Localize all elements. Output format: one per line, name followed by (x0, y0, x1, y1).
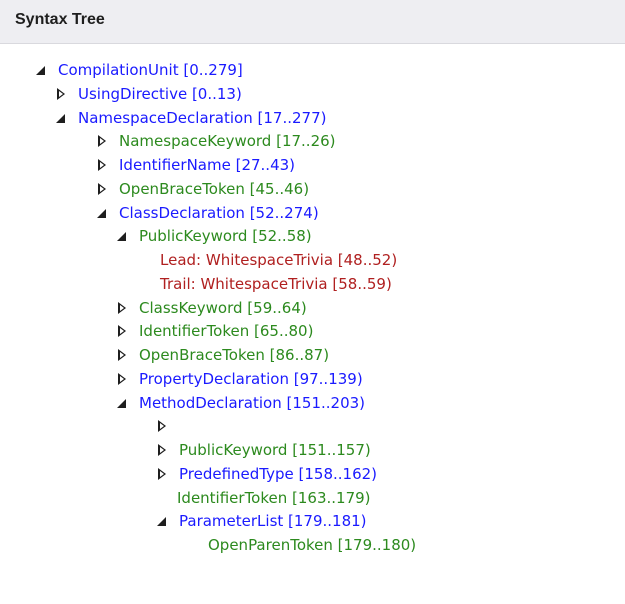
tree-node[interactable]: Trail: WhitespaceTrivia [58..59) (160, 272, 392, 296)
tree-node-label: IdentifierName [27..43) (119, 156, 296, 174)
expand-toggle-icon[interactable] (95, 201, 111, 225)
tree-node[interactable]: ClassDeclaration [52..274) (95, 201, 319, 225)
tree-node-label: OpenBraceToken [45..46) (119, 179, 310, 198)
tree-node-label: OpenBraceToken [86..87) (139, 346, 330, 364)
collapse-toggle-icon[interactable] (115, 319, 131, 343)
tree-node[interactable]: IdentifierToken [163..179) (177, 486, 371, 510)
tree-node[interactable]: ClassKeyword [59..64) (115, 296, 307, 320)
tree-node-label: Lead: WhitespaceTrivia [48..52) (160, 251, 398, 269)
collapse-toggle-icon[interactable] (115, 343, 131, 367)
panel-title: Syntax Tree (15, 11, 105, 28)
tree-node-label: NamespaceKeyword [17..26) (119, 132, 336, 151)
tree-node[interactable]: PublicKeyword [52..58) (115, 224, 312, 248)
expand-toggle-icon[interactable] (115, 224, 131, 248)
collapse-toggle-icon[interactable] (155, 414, 171, 438)
panel-header: Syntax Tree (0, 0, 625, 44)
tree-node[interactable]: Lead: WhitespaceTrivia [48..52) (160, 248, 397, 272)
tree-node-label: MethodDeclaration [151..203) (139, 393, 366, 412)
expand-toggle-icon[interactable] (155, 509, 171, 533)
collapse-toggle-icon[interactable] (95, 129, 111, 153)
collapse-toggle-icon[interactable] (95, 177, 111, 201)
collapse-toggle-icon[interactable] (54, 82, 70, 106)
tree-node-label: UsingDirective [0..13) (78, 84, 242, 103)
tree-node-label: CompilationUnit [0..279] (58, 61, 243, 79)
collapse-toggle-icon[interactable] (95, 153, 111, 177)
tree-node-label: ClassDeclaration [52..274) (119, 203, 319, 222)
tree-node-label: PublicKeyword [151..157) (179, 441, 371, 459)
tree-node[interactable]: UsingDirective [0..13) (54, 82, 242, 106)
tree-node[interactable]: PredefinedType [158..162) (155, 462, 377, 486)
tree-node[interactable] (155, 414, 179, 438)
tree-node[interactable]: OpenParenToken [179..180) (208, 533, 416, 557)
tree-node[interactable]: OpenBraceToken [45..46) (95, 177, 309, 201)
syntax-tree: CompilationUnit [0..279] UsingDirective [… (0, 44, 625, 604)
collapse-toggle-icon[interactable] (115, 296, 131, 320)
tree-node[interactable]: PropertyDeclaration [97..139) (115, 367, 363, 391)
expand-toggle-icon[interactable] (115, 391, 131, 415)
tree-node-label: OpenParenToken [179..180) (208, 536, 417, 554)
tree-node-label: NamespaceDeclaration [17..277) (78, 108, 327, 127)
tree-node-label: PublicKeyword [52..58) (139, 227, 312, 246)
expand-toggle-icon[interactable] (34, 58, 50, 82)
tree-node[interactable]: OpenBraceToken [86..87) (115, 343, 329, 367)
collapse-toggle-icon[interactable] (115, 367, 131, 391)
expand-toggle-icon[interactable] (54, 106, 70, 130)
tree-node[interactable]: MethodDeclaration [151..203) (115, 391, 365, 415)
tree-node-label: IdentifierToken [163..179) (177, 488, 371, 507)
tree-node[interactable]: IdentifierToken [65..80) (115, 319, 313, 343)
collapse-toggle-icon[interactable] (155, 438, 171, 462)
tree-node[interactable]: PublicKeyword [151..157) (155, 438, 371, 462)
tree-node[interactable]: NamespaceDeclaration [17..277) (54, 106, 326, 130)
tree-node-label: PropertyDeclaration [97..139) (139, 369, 363, 388)
tree-node[interactable]: ParameterList [179..181) (155, 509, 367, 533)
tree-node[interactable]: NamespaceKeyword [17..26) (95, 129, 336, 153)
tree-node[interactable]: CompilationUnit [0..279] (34, 58, 243, 82)
tree-node-label: Trail: WhitespaceTrivia [58..59) (160, 274, 392, 293)
tree-node[interactable]: IdentifierName [27..43) (95, 153, 295, 177)
tree-node-label: ClassKeyword [59..64) (139, 298, 307, 317)
syntax-tree-panel: Syntax Tree CompilationUnit [0..279] Usin… (0, 0, 625, 604)
tree-node-label: PredefinedType [158..162) (179, 464, 378, 483)
collapse-toggle-icon[interactable] (155, 462, 171, 486)
tree-node-label: IdentifierToken [65..80) (139, 322, 314, 341)
tree-node-label: ParameterList [179..181) (179, 512, 367, 531)
